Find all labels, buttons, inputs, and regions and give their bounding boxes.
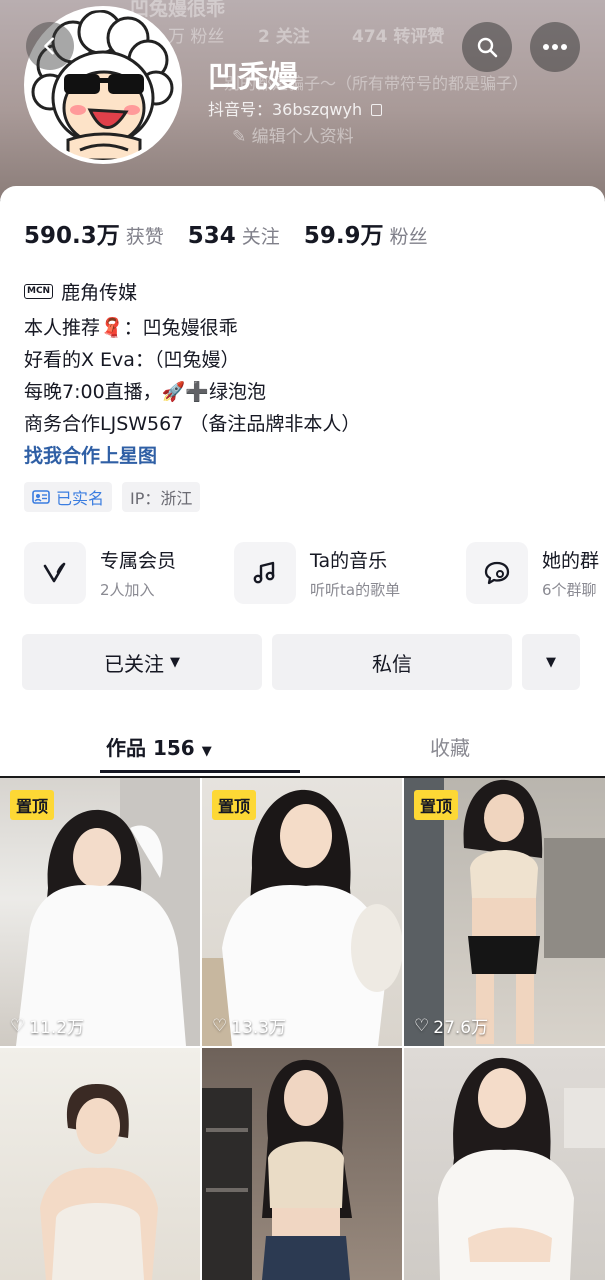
- bio-line: 本人推荐🧣：凹兔嫚很乖: [24, 317, 238, 339]
- content-tabs: 作品 156 ▼ 收藏: [0, 726, 605, 776]
- likes-overlay: ♡ 11.2万: [10, 1013, 85, 1039]
- message-label: 私信: [372, 651, 412, 676]
- tab-works[interactable]: 作品 156 ▼: [106, 732, 212, 761]
- mcn-badge-icon: MCN: [24, 284, 54, 299]
- verified-tag[interactable]: 已实名: [24, 482, 113, 512]
- heart-icon: ♡: [10, 1015, 26, 1036]
- pencil-icon: ✎: [232, 127, 247, 147]
- edit-profile-text: 编辑个人资料: [251, 127, 354, 147]
- profile-card: 590.3万 获赞 534 关注 59.9万 粉丝 MCN 鹿角传媒 本人推荐🧣：凹兔…: [0, 186, 605, 776]
- feature-music[interactable]: Ta的音乐 听听ta的歌单: [234, 542, 400, 604]
- xingtu-link[interactable]: 找我合作上星图: [24, 440, 360, 472]
- profile-tags: 已实名 IP：浙江: [24, 482, 201, 512]
- douyin-id-text: 抖音号：36bszqwyh: [208, 100, 363, 119]
- edit-profile-ghost: ✎ 编辑个人资料: [232, 122, 354, 147]
- fans-label: 粉丝: [389, 226, 428, 248]
- ip-tag: IP：浙江: [122, 482, 201, 512]
- message-button[interactable]: 私信: [272, 634, 512, 690]
- video-thumbnail: [40, 1084, 158, 1280]
- likes-label: 获赞: [125, 226, 164, 248]
- likes-count: 11.2万: [29, 1018, 85, 1038]
- mcn-row[interactable]: MCN 鹿角传媒: [24, 278, 137, 305]
- feature-sub: 6个群聊: [542, 581, 597, 599]
- caret-down-icon: ▼: [546, 654, 556, 670]
- pinned-badge: 置顶: [212, 790, 257, 820]
- ghost-fans: 万 粉丝: [168, 27, 225, 47]
- stat-likes[interactable]: 590.3万 获赞: [24, 216, 164, 250]
- followed-button[interactable]: 已关注 ▼: [22, 634, 262, 690]
- tab-underline: [100, 770, 300, 773]
- likes-overlay: ♡ 27.6万: [414, 1013, 489, 1039]
- feature-sub: 听听ta的歌单: [310, 581, 401, 599]
- action-buttons: 已关注 ▼ 私信 ▼: [22, 634, 580, 690]
- chevron-left-icon: [44, 37, 54, 55]
- feature-membership[interactable]: 专属会员 2人加入: [24, 542, 176, 604]
- video-tile[interactable]: 置顶 ♡ 11.2万: [0, 778, 200, 1046]
- mcn-name: 鹿角传媒: [61, 282, 138, 304]
- stat-fans[interactable]: 59.9万 粉丝: [304, 216, 428, 250]
- nickname: 凹秃嫚: [208, 60, 298, 95]
- id-card-icon: [32, 490, 50, 504]
- feature-title: 她的群: [542, 550, 600, 572]
- likes-count: 590.3万: [24, 223, 120, 249]
- profile-header: 凹兔嫚很乖 万 粉丝 2 关注 474 转评赞 别的都是骗子～（所有带符号的都是…: [0, 0, 605, 200]
- bio: 本人推荐🧣：凹兔嫚很乖 好看的X Eva：（凹兔嫚） 每晚7:00直播，🚀➕绿泡…: [24, 312, 360, 472]
- following-label: 关注: [241, 226, 280, 248]
- pinned-badge: 置顶: [10, 790, 55, 820]
- likes-count: 13.3万: [231, 1018, 287, 1038]
- chat-bubble-icon: [466, 542, 528, 604]
- more-button[interactable]: [530, 22, 580, 72]
- back-button[interactable]: [26, 22, 74, 70]
- followed-label: 已关注: [104, 651, 164, 676]
- bio-line: 商务合作LJSW567 （备注品牌非本人）: [24, 413, 361, 435]
- bio-line: 每晚7:00直播，🚀➕绿泡泡: [24, 381, 266, 403]
- stat-following[interactable]: 534 关注: [188, 222, 280, 249]
- video-tile[interactable]: [202, 1048, 402, 1280]
- video-tile[interactable]: 置顶 ♡ 13.3万: [202, 778, 402, 1046]
- video-tile[interactable]: [0, 1048, 200, 1280]
- ghost-following: 2 关注: [258, 27, 310, 47]
- video-tile[interactable]: 置顶 ♡ 27.6万: [404, 778, 605, 1046]
- verified-label: 已实名: [56, 489, 105, 508]
- likes-count: 27.6万: [433, 1018, 489, 1038]
- heart-icon: ♡: [414, 1015, 430, 1036]
- ghost-reposts: 474 转评赞: [352, 27, 445, 47]
- fans-count: 59.9万: [303, 223, 384, 249]
- works-grid: 置顶 ♡ 11.2万 置顶 ♡ 13.3万 置顶 ♡ 27.6万: [0, 778, 605, 1280]
- more-dots-icon: [543, 44, 567, 50]
- more-options-button[interactable]: ▼: [522, 634, 580, 690]
- following-count: 534: [187, 223, 236, 249]
- video-thumbnail: [438, 1057, 605, 1280]
- copy-icon[interactable]: [371, 104, 383, 116]
- video-tile[interactable]: [404, 1048, 605, 1280]
- caret-down-icon: ▼: [170, 654, 180, 670]
- search-icon: [477, 37, 498, 58]
- tab-favorites[interactable]: 收藏: [430, 732, 470, 761]
- stats-row: 590.3万 获赞 534 关注 59.9万 粉丝: [24, 216, 428, 250]
- search-button[interactable]: [462, 22, 512, 72]
- ip-label: IP：浙江: [130, 489, 193, 508]
- feature-sub: 2人加入: [100, 581, 155, 599]
- bio-line: 好看的X Eva：（凹兔嫚）: [24, 349, 240, 371]
- caret-down-icon: ▼: [201, 744, 212, 759]
- feature-title: 专属会员: [100, 550, 177, 572]
- feature-title: Ta的音乐: [310, 550, 388, 572]
- feature-row: 专属会员 2人加入 Ta的音乐 听听ta的歌单 她的群 6个群聊: [24, 542, 605, 606]
- video-thumbnail: [202, 1059, 352, 1280]
- music-note-icon: [234, 542, 296, 604]
- pinned-badge: 置顶: [414, 790, 459, 820]
- heart-icon: ♡: [212, 1015, 228, 1036]
- douyin-id[interactable]: 抖音号：36bszqwyh: [208, 96, 383, 120]
- likes-overlay: ♡ 13.3万: [212, 1013, 287, 1039]
- feature-group-chat[interactable]: 她的群 6个群聊: [466, 542, 599, 604]
- v-icon: [24, 542, 86, 604]
- tab-works-label: 作品 156: [106, 736, 195, 760]
